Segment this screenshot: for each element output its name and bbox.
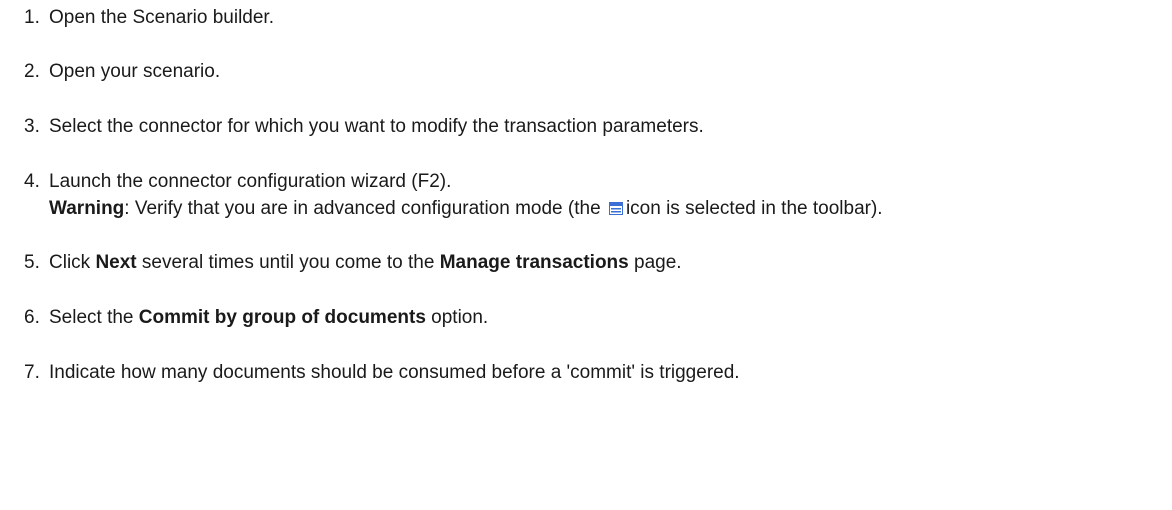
step-number: 5. bbox=[24, 252, 40, 273]
step-number: 6. bbox=[24, 307, 40, 328]
step-text: Open your scenario. bbox=[49, 61, 221, 82]
warning-text-before-icon: : Verify that you are in advanced config… bbox=[124, 198, 601, 219]
advanced-mode-icon bbox=[608, 198, 623, 215]
step-text: Click bbox=[49, 252, 96, 273]
warning-text-after-icon: icon is selected in the toolbar). bbox=[625, 198, 883, 219]
step-number: 2. bbox=[24, 61, 40, 82]
manage-transactions-page-name: Manage transactions bbox=[439, 252, 629, 273]
step-text: option. bbox=[425, 307, 489, 328]
next-button-name: Next bbox=[95, 252, 137, 273]
commit-option-name: Commit by group of documents bbox=[138, 307, 426, 328]
step-2: 2. Open your scenario. bbox=[24, 60, 220, 84]
step-text: several times until you come to the bbox=[136, 252, 440, 273]
warning-note: Warning: Verify that you are in advanced… bbox=[49, 197, 883, 221]
step-4: 4. Launch the connector configuration wiz… bbox=[24, 170, 451, 194]
step-3: 3. Select the connector for which you wan… bbox=[24, 115, 704, 139]
step-5: 5. Click Next several times until you com… bbox=[24, 251, 682, 275]
step-text: Indicate how many documents should be co… bbox=[49, 362, 740, 383]
step-number: 3. bbox=[24, 116, 40, 137]
step-text: Select the bbox=[49, 307, 139, 328]
step-text: Launch the connector configuration wizar… bbox=[49, 171, 452, 192]
step-text: Select the connector for which you want … bbox=[49, 116, 704, 137]
step-text: page. bbox=[628, 252, 682, 273]
step-number: 4. bbox=[24, 171, 40, 192]
step-6: 6. Select the Commit by group of document… bbox=[24, 306, 488, 330]
step-1: 1. Open the Scenario builder. bbox=[24, 6, 274, 30]
step-number: 7. bbox=[24, 362, 40, 383]
warning-label: Warning bbox=[49, 198, 125, 219]
step-number: 1. bbox=[24, 7, 40, 28]
step-text: Open the Scenario builder. bbox=[49, 7, 274, 28]
step-7: 7. Indicate how many documents should be … bbox=[24, 361, 740, 385]
